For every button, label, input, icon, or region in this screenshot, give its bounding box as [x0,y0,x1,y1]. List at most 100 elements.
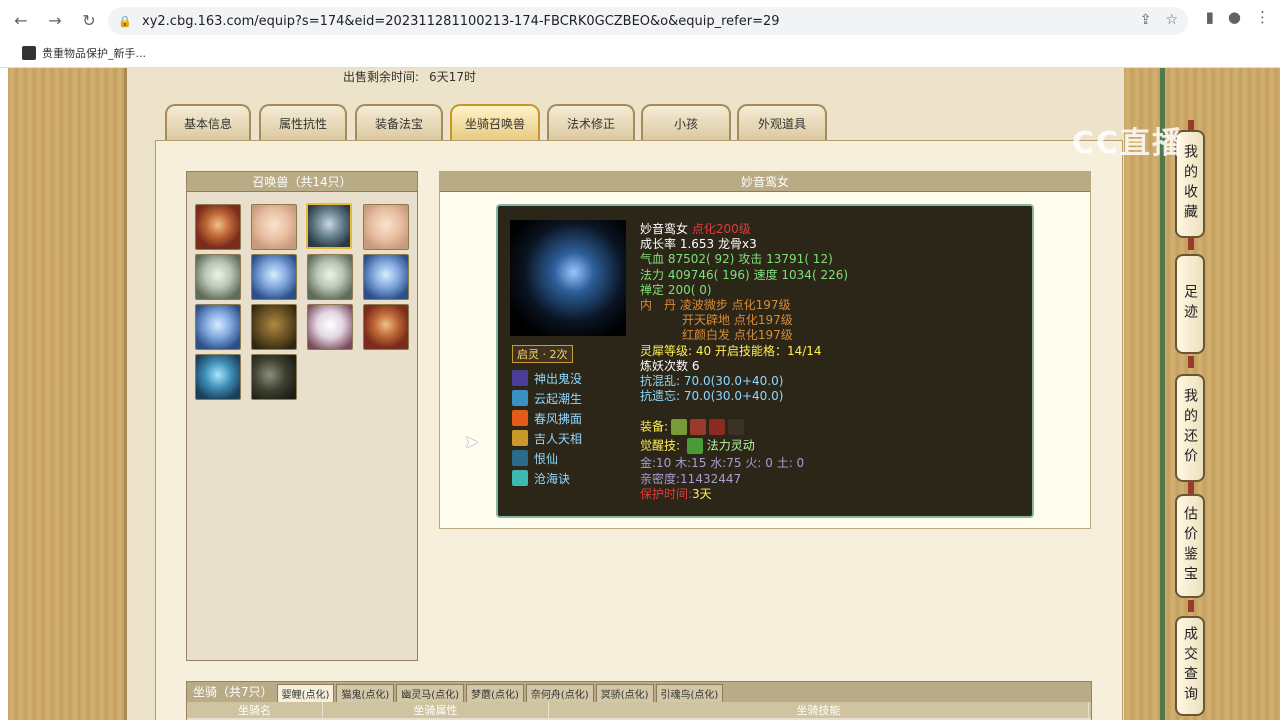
share-icon[interactable]: ⇪ [1140,12,1152,28]
pet-list-title: 召唤兽（共14只） [187,172,417,192]
skill-icon [512,410,528,426]
spirit-value: 40 开启技能格：14/14 [695,343,822,358]
profile-icon[interactable]: ● [1228,8,1241,26]
tab-label: 小孩 [673,116,698,131]
focus-value: 200( 0) [667,282,712,297]
stream-watermark: CC直播 [1072,126,1185,161]
elements: 金:10 木:15 水:75 火: 0 土: 0 [640,456,805,471]
focus-label: 禅定 [640,282,665,297]
pet-avatar[interactable] [195,254,241,300]
pet-avatar[interactable] [363,304,409,350]
skill-icon [512,470,528,486]
right-border [1160,68,1165,720]
mount-tab[interactable]: 梦蘑(点化) [466,684,524,702]
skill-item[interactable]: 吉人天相 [512,428,582,448]
forward-icon[interactable]: → [42,7,68,33]
intimacy: 亲密度:11432447 [640,471,742,486]
pet-avatar-selected[interactable] [306,203,352,249]
dan-item: 开天辟地 点化197级 [682,313,793,328]
skill-name: 恨仙 [534,451,559,466]
star-icon[interactable]: ☆ [1165,12,1178,28]
address-bar[interactable]: 🔒 xy2.cbg.163.com/equip?s=174&eid=202311… [108,7,1188,35]
mount-tab[interactable]: 婴鲤(点化) [276,684,335,702]
skill-item[interactable]: 云起潮生 [512,388,582,408]
dan-item: 红颜白发 点化197级 [682,328,793,343]
pet-avatar[interactable] [195,204,241,250]
tab-label: 法术修正 [566,116,615,131]
tab-child[interactable]: 小孩 [641,104,731,140]
bookmark-item[interactable]: 贵重物品保护_新手... [42,45,146,61]
mount-header: 坐骑（共7只） 婴鲤(点化) 猫鬼(点化) 幽灵马(点化) 梦蘑(点化) 奈何舟… [187,682,1091,702]
pet-avatar[interactable] [363,254,409,300]
mount-tab[interactable]: 奈何舟(点化) [525,684,594,702]
tab-basic-info[interactable]: 基本信息 [165,104,251,140]
tab-attributes[interactable]: 属性抗性 [259,104,347,140]
pet-avatar[interactable] [195,354,241,400]
pet-portrait [510,220,626,336]
awake-label: 觉醒技: [640,438,681,453]
equip-icon[interactable] [690,419,707,436]
pet-avatar[interactable] [195,304,241,350]
pet-detail-panel: 妙音鸾女 启灵 · 2次 神出鬼没 云起潮生 春风拂面 吉人天相 恨仙 沧海诀 … [439,171,1091,529]
pet-avatar[interactable] [251,354,297,400]
skill-item[interactable]: 春风拂面 [512,408,582,428]
mount-panel: 坐骑（共7只） 婴鲤(点化) 猫鬼(点化) 幽灵马(点化) 梦蘑(点化) 奈何舟… [186,681,1092,720]
left-decoration [8,68,124,720]
mount-tab[interactable]: 引魂鸟(点化) [655,684,724,702]
nav-footprints[interactable]: 足迹 [1175,254,1205,354]
tab-label: 基本信息 [183,116,232,131]
protect-value: 3天 [692,486,712,501]
tab-pets[interactable]: 坐骑召唤兽 [450,104,540,140]
mount-title: 坐骑（共7只） [193,685,273,699]
reload-icon[interactable]: ↻ [76,7,102,33]
skill-item[interactable]: 恨仙 [512,448,582,468]
nav-label: 成交查询 [1182,626,1198,706]
menu-icon[interactable]: ⋮ [1255,8,1270,26]
rope [1188,356,1194,368]
pet-skill-list: 神出鬼没 云起潮生 春风拂面 吉人天相 恨仙 沧海诀 [512,368,582,488]
refine-count: 炼妖次数 6 [640,358,700,373]
resist-chaos-value: 70.0(30.0+40.0) [683,373,784,388]
pet-avatar[interactable] [251,204,297,250]
back-icon[interactable]: ← [8,7,34,33]
tab-appearance[interactable]: 外观道具 [737,104,827,140]
tab-spell-fix[interactable]: 法术修正 [547,104,635,140]
tab-equipment[interactable]: 装备法宝 [355,104,443,140]
skill-icon [512,390,528,406]
skill-name: 春风拂面 [534,411,583,426]
pet-avatar[interactable] [363,204,409,250]
skill-item[interactable]: 沧海诀 [512,468,582,488]
skill-name: 云起潮生 [534,391,583,406]
col-header: 坐骑属性 [323,702,549,718]
bookmarks-bar: 贵重物品保护_新手... [0,42,146,64]
mount-tab[interactable]: 冥骄(点化) [595,684,654,702]
sidepanel-icon[interactable]: ▮ [1206,8,1214,26]
protect-label: 保护时间: [640,486,693,501]
skill-item[interactable]: 神出鬼没 [512,368,582,388]
equip-icon[interactable] [709,419,726,436]
mount-table-header: 坐骑名 坐骑属性 坐骑技能 [187,702,1091,718]
tab-content: 召唤兽（共14只） 妙音鸾女 启灵 · 2次 神出鬼没 云起潮生 春风拂面 吉人… [155,140,1123,720]
col-header: 坐骑技能 [549,702,1089,718]
mount-tab[interactable]: 幽灵马(点化) [396,684,465,702]
pet-info: 妙音鸾女 点化200级 成长率 1.653 龙骨x3 气血 87502( 92)… [640,222,848,502]
nav-bargains[interactable]: 我的还价 [1175,374,1205,482]
equip-icon[interactable] [671,419,688,436]
pet-avatar[interactable] [307,304,353,350]
skill-name: 吉人天相 [534,431,583,446]
pet-card: 启灵 · 2次 神出鬼没 云起潮生 春风拂面 吉人天相 恨仙 沧海诀 妙音鸾女 … [496,204,1034,518]
hp-label: 气血 [640,252,665,267]
tab-label: 坐骑召唤兽 [464,116,525,131]
pet-avatar[interactable] [307,254,353,300]
rope [1188,238,1194,250]
pet-avatar[interactable] [251,254,297,300]
nav-deal-query[interactable]: 成交查询 [1175,616,1205,716]
pet-avatar[interactable] [251,304,297,350]
nav-label: 估价鉴宝 [1182,506,1198,586]
equip-icon[interactable] [728,419,745,436]
skill-name: 神出鬼没 [534,371,583,386]
nav-appraisal[interactable]: 估价鉴宝 [1175,494,1205,598]
atk-value: 13791( 12) [766,252,833,267]
mount-tab[interactable]: 猫鬼(点化) [336,684,395,702]
pet-detail-title: 妙音鸾女 [440,172,1090,192]
